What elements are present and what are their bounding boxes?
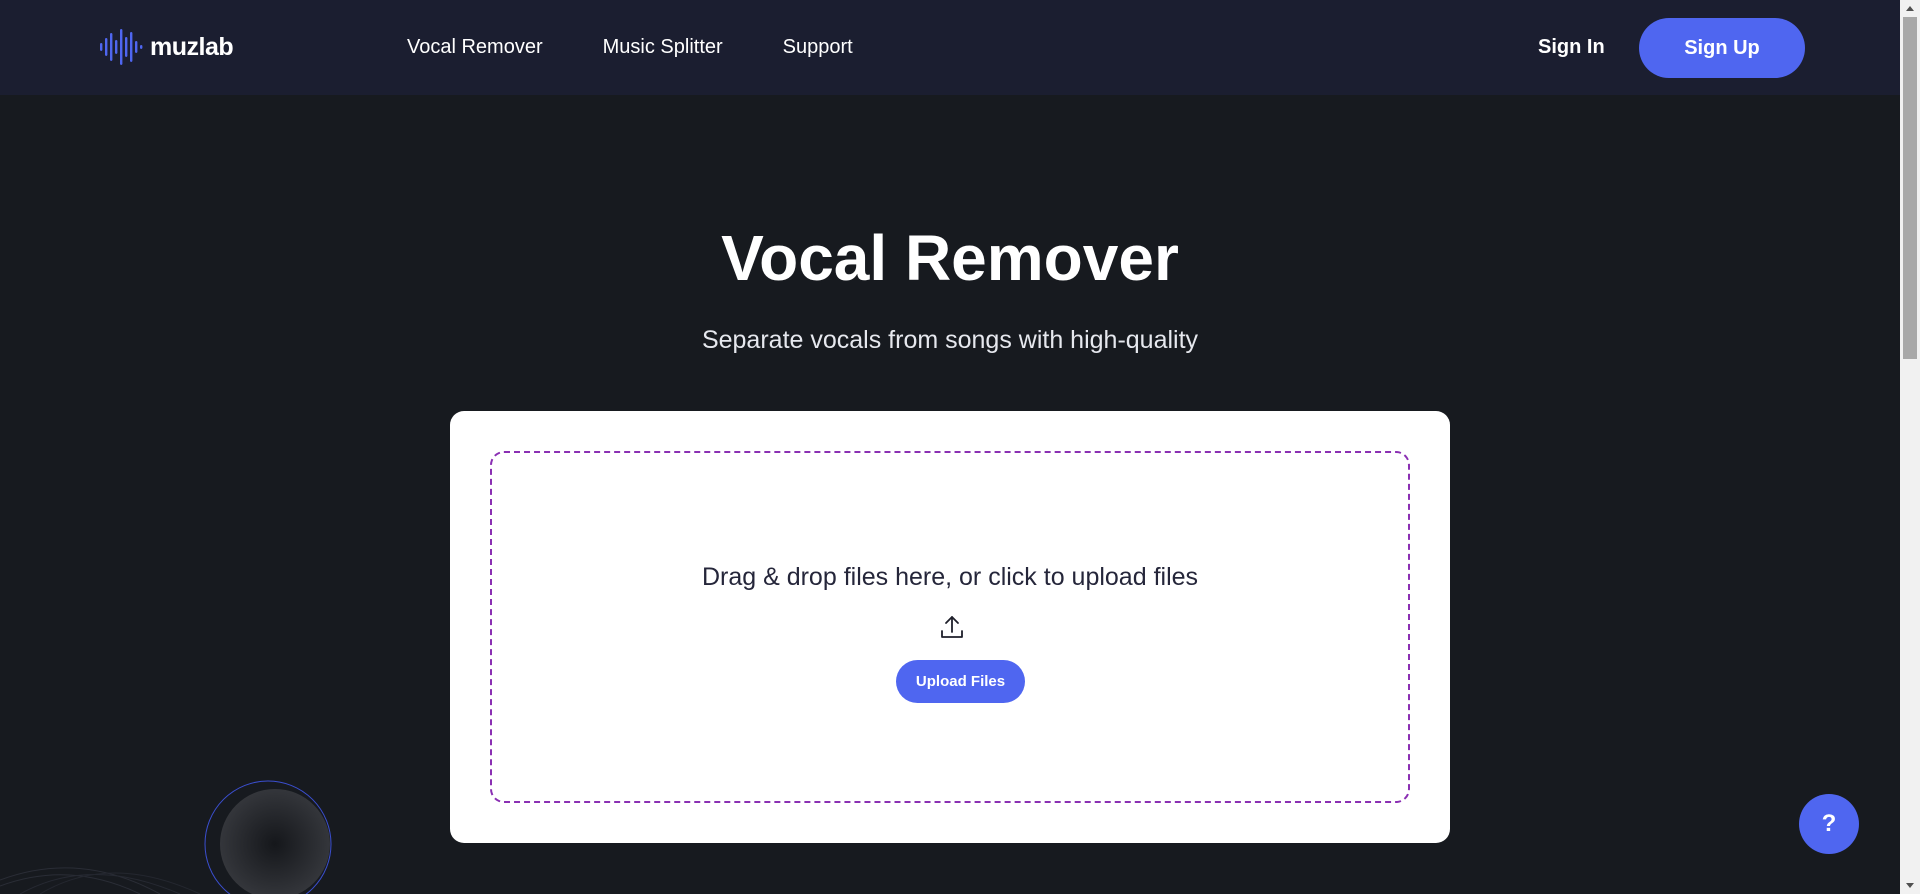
sign-up-button[interactable]: Sign Up bbox=[1639, 18, 1805, 78]
upload-icon bbox=[941, 616, 963, 638]
decorative-circles bbox=[0, 780, 332, 894]
help-button[interactable]: ? bbox=[1799, 794, 1859, 854]
upload-card: Drag & drop files here, or click to uplo… bbox=[450, 411, 1450, 843]
nav-music-splitter[interactable]: Music Splitter bbox=[603, 33, 723, 61]
dropzone-prompt: Drag & drop files here, or click to uplo… bbox=[701, 563, 1199, 591]
site-header: muzlab Vocal Remover Music Splitter Supp… bbox=[0, 0, 1900, 95]
vertical-scrollbar[interactable] bbox=[1900, 0, 1920, 894]
scroll-down-arrow-icon[interactable] bbox=[1900, 877, 1920, 894]
nav-support[interactable]: Support bbox=[783, 33, 853, 61]
main-nav: Vocal Remover Music Splitter Support bbox=[407, 33, 853, 61]
upload-files-button[interactable]: Upload Files bbox=[896, 660, 1025, 703]
logo-text: muzlab bbox=[150, 32, 234, 61]
scroll-up-arrow-icon[interactable] bbox=[1900, 0, 1920, 17]
page-title: Vocal Remover bbox=[721, 222, 1179, 294]
page-subtitle: Separate vocals from songs with high-qua… bbox=[701, 326, 1199, 354]
sign-in-link[interactable]: Sign In bbox=[1538, 33, 1605, 61]
scrollbar-thumb[interactable] bbox=[1903, 17, 1917, 359]
logo[interactable]: muzlab bbox=[98, 24, 234, 70]
nav-vocal-remover[interactable]: Vocal Remover bbox=[407, 33, 543, 61]
page: muzlab Vocal Remover Music Splitter Supp… bbox=[0, 0, 1900, 894]
file-dropzone[interactable]: Drag & drop files here, or click to uplo… bbox=[490, 451, 1410, 803]
waveform-icon bbox=[100, 29, 143, 65]
